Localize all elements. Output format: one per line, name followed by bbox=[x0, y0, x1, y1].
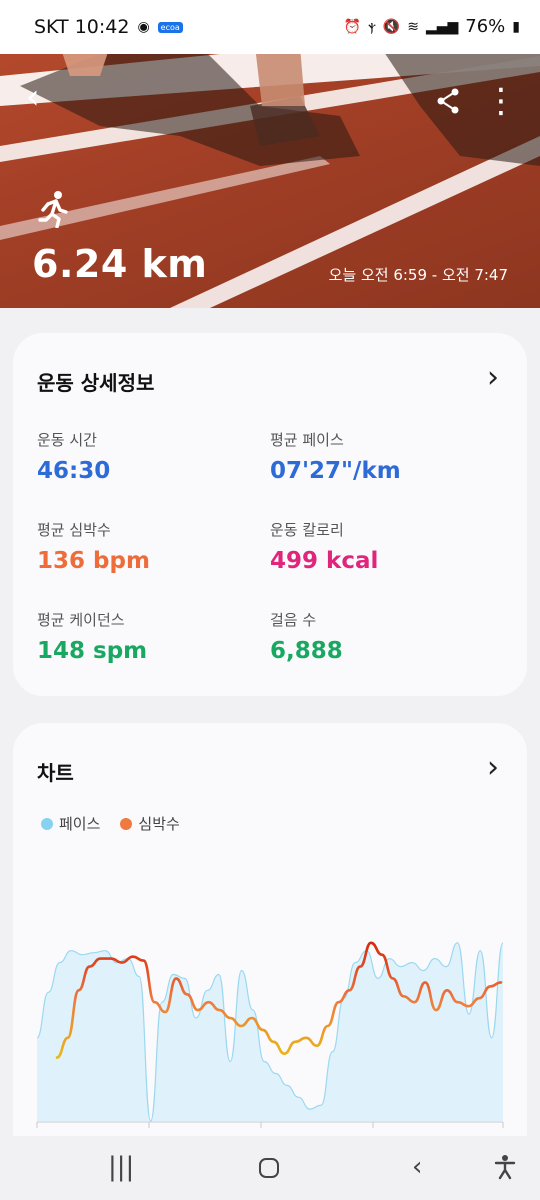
metric-duration: 운동 시간 46:30 bbox=[37, 429, 110, 484]
metric-value: 07'27"/km bbox=[270, 458, 401, 484]
metric-value: 6,888 bbox=[270, 638, 343, 664]
bluetooth-icon: ⲯ bbox=[368, 18, 376, 35]
back-icon[interactable]: ‹ bbox=[26, 80, 40, 114]
metric-steps: 걸음 수 6,888 bbox=[270, 609, 343, 664]
status-left: SKT 10:42 ◉ ecoa bbox=[34, 16, 183, 38]
accessibility-glyph bbox=[494, 1155, 516, 1180]
workout-details-card[interactable]: 운동 상세정보 › 운동 시간 46:30 평균 페이스 07'27"/km 평… bbox=[13, 333, 527, 696]
battery-icon: ▮ bbox=[512, 18, 520, 35]
back-nav-icon[interactable]: ‹ bbox=[412, 1152, 422, 1182]
home-icon[interactable] bbox=[258, 1156, 280, 1186]
metric-label: 평균 페이스 bbox=[270, 431, 344, 449]
running-glyph bbox=[38, 191, 68, 229]
metric-value: 499 kcal bbox=[270, 548, 379, 574]
metric-avg-pace: 평균 페이스 07'27"/km bbox=[270, 429, 401, 484]
workout-time-range: 오늘 오전 6:59 - 오전 7:47 bbox=[328, 266, 508, 284]
share-icon[interactable] bbox=[436, 86, 460, 120]
status-right: ⏰ ⲯ 🔇 ≋ ▂▄▆ 76% ▮ bbox=[344, 16, 520, 37]
app-badge: ecoa bbox=[157, 21, 183, 33]
metric-label: 걸음 수 bbox=[270, 611, 317, 629]
hero-banner: ‹ ⋮ 6.24 km 오늘 오전 6:59 - 오전 7:47 bbox=[0, 46, 540, 308]
running-icon bbox=[36, 190, 70, 232]
alarm-icon: ⏰ bbox=[343, 18, 362, 35]
shield-icon: ◉ bbox=[137, 19, 150, 35]
status-bar: SKT 10:42 ◉ ecoa ⏰ ⲯ 🔇 ≋ ▂▄▆ 76% ▮ bbox=[0, 0, 540, 54]
metric-avg-heart-rate: 평균 심박수 136 bpm bbox=[37, 519, 150, 574]
wifi-icon: ≋ bbox=[407, 18, 419, 35]
metric-label: 평균 케이던스 bbox=[37, 611, 125, 629]
metric-label: 평균 심박수 bbox=[37, 521, 111, 539]
metric-value: 136 bpm bbox=[37, 548, 150, 574]
home-glyph bbox=[259, 1158, 279, 1178]
chart-card[interactable]: 차트 › 페이스 심박수 bbox=[13, 723, 527, 1183]
carrier-time: SKT 10:42 bbox=[34, 16, 130, 38]
metric-label: 운동 칼로리 bbox=[270, 521, 344, 539]
metric-value: 46:30 bbox=[37, 458, 111, 484]
pace-area bbox=[37, 942, 503, 1121]
recent-apps-icon[interactable]: ||| bbox=[108, 1152, 134, 1182]
metric-calories: 운동 칼로리 499 kcal bbox=[270, 519, 378, 574]
signal-icon: ▂▄▆ bbox=[425, 18, 459, 35]
navigation-bar: ||| ‹ bbox=[0, 1136, 540, 1200]
chevron-right-icon[interactable]: › bbox=[487, 363, 499, 393]
share-glyph bbox=[437, 88, 459, 114]
battery-percent: 76% bbox=[465, 16, 506, 37]
mute-icon: 🔇 bbox=[382, 18, 401, 35]
more-icon[interactable]: ⋮ bbox=[484, 84, 518, 118]
accessibility-icon[interactable] bbox=[494, 1154, 516, 1187]
metric-value: 148 spm bbox=[37, 638, 148, 664]
metric-avg-cadence: 평균 케이던스 148 spm bbox=[37, 609, 147, 664]
metric-label: 운동 시간 bbox=[37, 431, 97, 449]
distance-value: 6.24 km bbox=[32, 242, 208, 286]
details-title: 운동 상세정보 bbox=[37, 371, 155, 395]
pace-heart-rate-chart bbox=[36, 941, 504, 1128]
